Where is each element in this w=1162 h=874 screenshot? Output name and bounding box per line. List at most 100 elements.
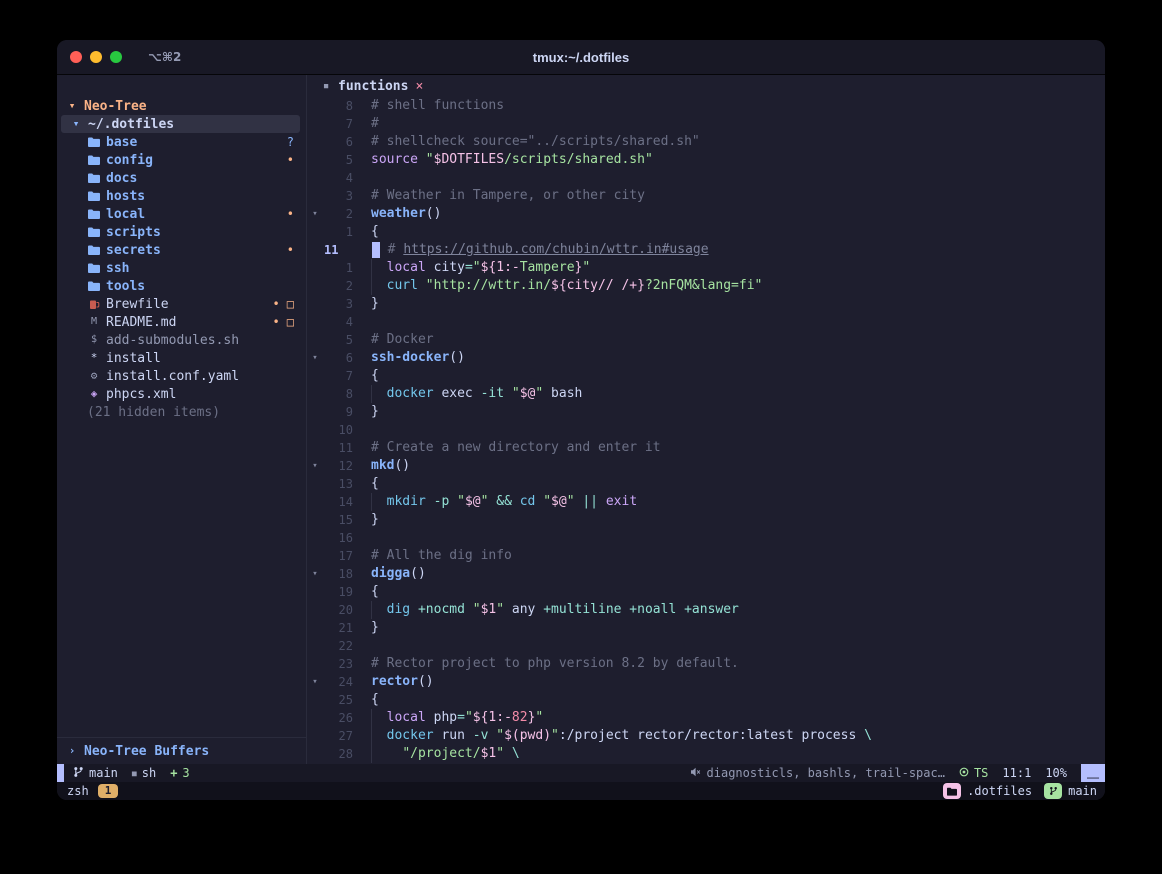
tree-item-ssh[interactable]: ssh — [57, 259, 306, 277]
code-line[interactable]: 8# shell functions — [307, 97, 1105, 115]
line-number: 13 — [323, 475, 353, 493]
code-line[interactable]: 5# Docker — [307, 331, 1105, 349]
tree-item-secrets[interactable]: secrets• — [57, 241, 306, 259]
code-token: { — [371, 692, 379, 707]
neo-tree-buffers-section[interactable]: › Neo-Tree Buffers — [57, 737, 306, 764]
code-token: rector — [371, 674, 418, 689]
tree-item-readme.md[interactable]: MREADME.md•□ — [57, 313, 306, 331]
minimize-window-button[interactable] — [90, 51, 102, 63]
folder-icon — [87, 245, 101, 255]
tree-item-hosts[interactable]: hosts — [57, 187, 306, 205]
code-token — [372, 242, 388, 257]
gear-icon: ⚙ — [87, 367, 101, 385]
tree-item--21-hidden-items-[interactable]: (21 hidden items) — [57, 403, 306, 421]
code-line[interactable]: 17# All the dig info — [307, 547, 1105, 565]
window-shortcut-label: ⌥⌘2 — [148, 50, 181, 64]
beer-icon — [87, 299, 101, 310]
tab-close-icon[interactable]: × — [415, 79, 423, 94]
line-number: 11 — [323, 241, 354, 259]
code-text — [371, 529, 1105, 547]
code-line[interactable]: 21} — [307, 619, 1105, 637]
code-line[interactable]: 3} — [307, 295, 1105, 313]
code-token: # Rector project to php version 8.2 by d… — [371, 656, 739, 671]
code-line[interactable]: ▾12mkd() — [307, 457, 1105, 475]
code-line[interactable]: 15} — [307, 511, 1105, 529]
tree-item-install.conf.yaml[interactable]: ⚙install.conf.yaml — [57, 367, 306, 385]
tab-functions[interactable]: ▪ functions × — [319, 77, 423, 95]
code-buffer[interactable]: 8# shell functions7#6# shellcheck source… — [307, 97, 1105, 764]
git-status-badge: • — [287, 243, 294, 257]
code-line[interactable]: 9} — [307, 403, 1105, 421]
code-text: # All the dig info — [371, 547, 1105, 565]
code-line[interactable]: 2 curl "http://wttr.in/${city// /+}?2nFQ… — [307, 277, 1105, 295]
code-line[interactable]: 28 "/project/$1" \ — [307, 745, 1105, 763]
code-line[interactable]: 6# shellcheck source="../scripts/shared.… — [307, 133, 1105, 151]
code-token: curl — [387, 278, 418, 293]
code-line[interactable]: 5source "$DOTFILES/scripts/shared.sh" — [307, 151, 1105, 169]
code-text: { — [371, 583, 1105, 601]
tree-item-tools[interactable]: tools — [57, 277, 306, 295]
code-line[interactable]: 11# Create a new directory and enter it — [307, 439, 1105, 457]
fold-icon: ▾ — [307, 349, 323, 367]
code-line[interactable]: 4 — [307, 313, 1105, 331]
statusline-right: diagnosticls, bashls, trail-spac… TS 11:… — [690, 764, 1105, 782]
code-line[interactable]: 27 docker run -v "$(pwd)":/project recto… — [307, 727, 1105, 745]
close-window-button[interactable] — [70, 51, 82, 63]
code-token: } — [371, 620, 379, 635]
treesitter-label: TS — [974, 766, 988, 780]
code-token — [465, 602, 473, 617]
tree-item-config[interactable]: config• — [57, 151, 306, 169]
code-line[interactable]: 26 local php="${1:-82}" — [307, 709, 1105, 727]
code-line[interactable]: 4 — [307, 169, 1105, 187]
code-line[interactable]: 22 — [307, 637, 1105, 655]
code-line[interactable]: ▾24rector() — [307, 673, 1105, 691]
code-line[interactable]: 14 mkdir -p "$@" && cd "$@" || exit — [307, 493, 1105, 511]
code-token: $(pwd) — [504, 728, 551, 743]
tree-item-add-submodules.sh[interactable]: $add-submodules.sh — [57, 331, 306, 349]
tmux-branch-segment: main — [1044, 783, 1097, 799]
code-line[interactable]: 16 — [307, 529, 1105, 547]
code-line[interactable]: ▾6ssh-docker() — [307, 349, 1105, 367]
tree-item-install[interactable]: *install — [57, 349, 306, 367]
code-line[interactable]: 25{ — [307, 691, 1105, 709]
tmux-branch-label: main — [1068, 784, 1097, 798]
tree-item-base[interactable]: base? — [57, 133, 306, 151]
code-token: } — [371, 512, 379, 527]
code-line[interactable]: 7{ — [307, 367, 1105, 385]
code-line[interactable]: 1 local city="${1:-Tampere}" — [307, 259, 1105, 277]
code-token: () — [410, 566, 426, 581]
code-line[interactable]: 8 docker exec -it "$@" bash — [307, 385, 1105, 403]
code-line[interactable]: 3# Weather in Tampere, or other city — [307, 187, 1105, 205]
code-line[interactable]: 20 dig +nocmd "$1" any +multiline +noall… — [307, 601, 1105, 619]
code-line[interactable]: ▾18digga() — [307, 565, 1105, 583]
zoom-window-button[interactable] — [110, 51, 122, 63]
code-line[interactable]: 10 — [307, 421, 1105, 439]
git-status-badge: • — [273, 297, 280, 311]
code-token: { — [371, 224, 379, 239]
tree-item-docs[interactable]: docs — [57, 169, 306, 187]
git-status-badges: • — [287, 153, 294, 167]
tree-item-neo-tree[interactable]: ▾Neo-Tree — [57, 97, 306, 115]
main-area: ▾Neo-Tree▾~/.dotfilesbase?config•docshos… — [57, 75, 1105, 764]
tree-item-label: Brewfile — [106, 297, 169, 312]
code-text: # Create a new directory and enter it — [371, 439, 1105, 457]
code-token: " — [567, 494, 575, 509]
tree-item-label: ssh — [106, 261, 129, 276]
code-line[interactable]: 7# — [307, 115, 1105, 133]
folder-icon — [87, 227, 101, 237]
code-line[interactable]: 23# Rector project to php version 8.2 by… — [307, 655, 1105, 673]
tree-item-scripts[interactable]: scripts — [57, 223, 306, 241]
code-line[interactable]: 19{ — [307, 583, 1105, 601]
code-line[interactable]: 13{ — [307, 475, 1105, 493]
file-tree: ▾Neo-Tree▾~/.dotfilesbase?config•docshos… — [57, 97, 306, 421]
buffers-section-title: Neo-Tree Buffers — [84, 744, 209, 759]
window-index-badge[interactable]: 1 — [98, 784, 119, 798]
tree-item-brewfile[interactable]: Brewfile•□ — [57, 295, 306, 313]
tree-item-~-.dotfiles[interactable]: ▾~/.dotfiles — [61, 115, 300, 133]
code-line[interactable]: ▾2weather() — [307, 205, 1105, 223]
code-text: digga() — [371, 565, 1105, 583]
code-line[interactable]: 11 # https://github.com/chubin/wttr.in#u… — [307, 241, 1105, 259]
tree-item-local[interactable]: local• — [57, 205, 306, 223]
code-line[interactable]: 1{ — [307, 223, 1105, 241]
tree-item-phpcs.xml[interactable]: ◈phpcs.xml — [57, 385, 306, 403]
